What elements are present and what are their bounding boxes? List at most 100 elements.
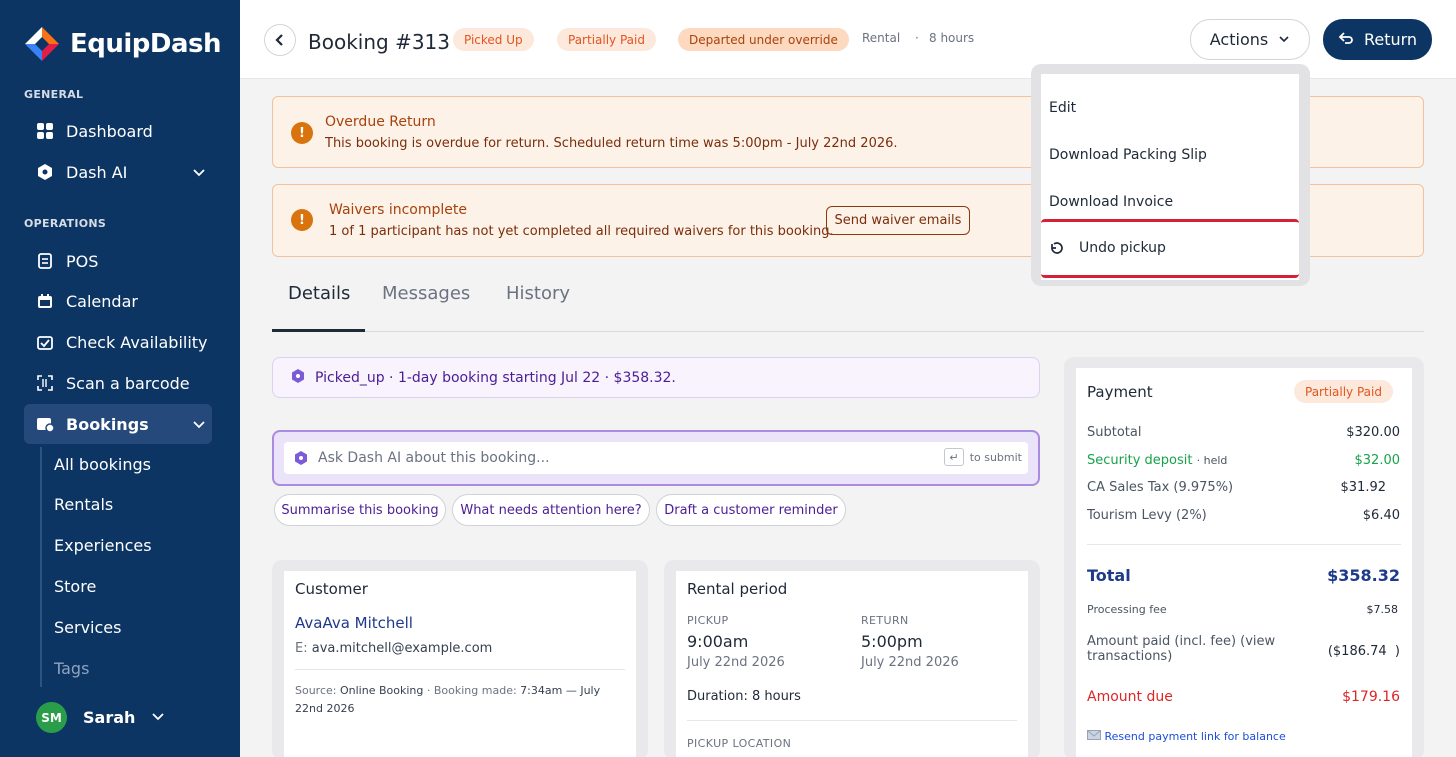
bookings-icon [36, 415, 54, 433]
booking-source-row: Source: Online Booking · Booking made: 7… [295, 684, 630, 697]
back-button[interactable] [264, 24, 296, 56]
ai-input[interactable]: Ask Dash AI about this booking... ↵ to s… [284, 442, 1028, 474]
calendar-check-icon [36, 333, 54, 351]
sidebar-item-label: Bookings [66, 414, 149, 434]
user-menu[interactable]: SM Sarah [36, 702, 165, 733]
actions-dropdown: Edit Download Packing Slip Download Invo… [1031, 64, 1310, 286]
sidebar-item-calendar[interactable]: Calendar [24, 281, 212, 321]
equipdash-logo-icon [24, 26, 60, 62]
logo[interactable]: EquipDash [24, 26, 222, 62]
actions-button[interactable]: Actions [1190, 19, 1310, 60]
calendar-icon [36, 292, 54, 310]
suggestion-chip-attention[interactable]: What needs attention here? [452, 494, 650, 526]
menu-item-undo-pickup[interactable]: Undo pickup [1041, 219, 1299, 278]
return-date: July 22nd 2026 [861, 655, 959, 670]
booking-made-label: · Booking made: [426, 684, 517, 697]
card-title: Payment [1087, 383, 1153, 401]
submenu-divider [40, 447, 42, 687]
sidebar-subitem-tags[interactable]: Tags [54, 659, 89, 678]
tab-indicator [272, 329, 365, 332]
warning-icon: ! [291, 122, 313, 144]
actions-menu-list: Edit Download Packing Slip Download Invo… [1041, 74, 1299, 280]
tab-history[interactable]: History [506, 283, 570, 304]
sidebar-subitem-services[interactable]: Services [54, 618, 121, 637]
return-arrow-icon [1338, 30, 1354, 50]
amount-due-label: Amount due [1087, 689, 1173, 705]
booking-summary: Picked_up · 1-day booking starting Jul 2… [272, 357, 1040, 398]
deposit-label: Security deposit [1087, 453, 1193, 468]
alert-title: Overdue Return [325, 114, 436, 130]
alert-text: 1 of 1 participant has not yet completed… [329, 224, 834, 239]
section-operations: OPERATIONS [24, 217, 107, 230]
sidebar-subitem-experiences[interactable]: Experiences [54, 536, 152, 555]
pickup-date: July 22nd 2026 [687, 655, 785, 670]
enter-key-icon: ↵ [944, 448, 964, 466]
resend-payment-link[interactable]: Resend payment link for balance [1087, 730, 1286, 743]
ai-input-placeholder: Ask Dash AI about this booking... [318, 450, 550, 466]
ai-hexagon-icon [291, 368, 305, 387]
menu-item-download-packing-slip[interactable]: Download Packing Slip [1049, 147, 1207, 163]
booking-type: Rental [862, 31, 901, 45]
amount-paid-label-line2: transactions) [1087, 649, 1173, 664]
pickup-location-label: PICKUP LOCATION [687, 737, 792, 750]
sidebar-subitem-all-bookings[interactable]: All bookings [54, 455, 151, 474]
amount-paid-label[interactable]: Amount paid (incl. fee) (view transactio… [1087, 634, 1275, 664]
amount-due-value: $179.16 [1342, 689, 1400, 705]
menu-item-download-invoice[interactable]: Download Invoice [1049, 194, 1173, 210]
ai-ask-box: Ask Dash AI about this booking... ↵ to s… [272, 430, 1040, 486]
menu-item-edit[interactable]: Edit [1049, 100, 1076, 116]
sidebar-item-label: Dash AI [66, 162, 128, 182]
status-badge-override: Departed under override [678, 28, 849, 51]
actions-label: Actions [1209, 30, 1269, 49]
sidebar-subitem-store[interactable]: Store [54, 577, 96, 596]
booking-duration: 8 hours [929, 31, 975, 45]
sidebar-item-label: Scan a barcode [66, 373, 190, 393]
suggestion-chip-summarise[interactable]: Summarise this booking [274, 494, 446, 526]
resend-link-label: Resend payment link for balance [1104, 730, 1286, 743]
section-general: GENERAL [24, 88, 84, 101]
chevron-down-icon [192, 416, 206, 430]
meta-separator: · [915, 31, 919, 45]
amount-paid-label-line1: Amount paid (incl. fee) (view [1087, 634, 1276, 649]
total-label: Total [1087, 566, 1131, 585]
deposit-held: · held [1196, 454, 1228, 467]
ai-hexagon-icon [294, 450, 308, 469]
suggestion-chip-reminder[interactable]: Draft a customer reminder [656, 494, 846, 526]
return-label: RETURN [861, 614, 909, 627]
processing-fee-value: $7.58 [1366, 603, 1399, 616]
undo-icon [1049, 240, 1063, 259]
status-badge-partially-paid: Partially Paid [557, 28, 656, 51]
sidebar-item-dashboard[interactable]: Dashboard [24, 111, 212, 151]
sidebar-subitem-rentals[interactable]: Rentals [54, 495, 113, 514]
sidebar-item-scan-barcode[interactable]: Scan a barcode [24, 363, 212, 403]
tabs-divider [272, 331, 1424, 332]
summary-text: Picked_up · 1-day booking starting Jul 2… [315, 369, 676, 386]
sidebar-item-bookings[interactable]: Bookings [24, 404, 212, 444]
grid-icon [36, 122, 54, 140]
sidebar-item-label: Dashboard [66, 121, 153, 141]
tab-details[interactable]: Details [288, 283, 350, 304]
rental-period-card: Rental period PICKUP 9:00am July 22nd 20… [676, 571, 1028, 757]
undo-pickup-label: Undo pickup [1079, 240, 1166, 256]
sidebar-item-pos[interactable]: POS [24, 241, 212, 281]
customer-email[interactable]: ava.mitchell@example.com [312, 641, 493, 656]
page-title: Booking #313 [308, 30, 450, 54]
sidebar-item-label: POS [66, 251, 99, 271]
divider [1087, 544, 1401, 545]
alert-title: Waivers incomplete [329, 202, 467, 218]
payment-row-value: $31.92 [1340, 480, 1387, 495]
return-button[interactable]: Return [1323, 19, 1432, 60]
avatar: SM [36, 702, 67, 733]
sidebar-item-dash-ai[interactable]: Dash AI [24, 152, 212, 192]
envelope-icon [1087, 730, 1101, 743]
chevron-left-icon [275, 34, 283, 46]
customer-name[interactable]: AvaAva Mitchell [295, 614, 413, 632]
payment-status-badge: Partially Paid [1294, 380, 1393, 403]
receipt-icon [36, 252, 54, 270]
total-value: $358.32 [1327, 566, 1400, 585]
source-label: Source: [295, 684, 337, 697]
sidebar-item-check-availability[interactable]: Check Availability [24, 322, 212, 362]
send-waiver-emails-button[interactable]: Send waiver emails [826, 206, 970, 235]
tab-messages[interactable]: Messages [382, 283, 470, 304]
payment-row-label: Security deposit · held [1087, 453, 1227, 468]
